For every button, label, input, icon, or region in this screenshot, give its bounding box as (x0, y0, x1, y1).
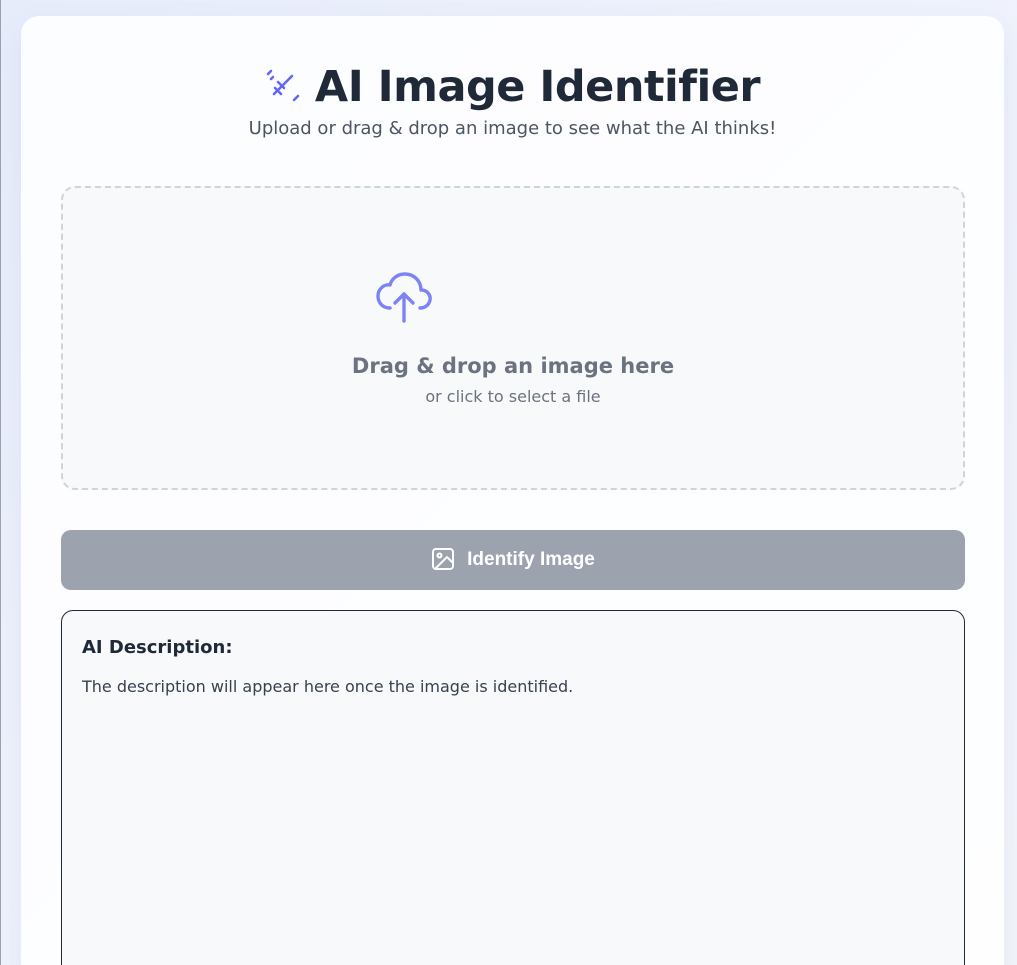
result-description: The description will appear here once th… (82, 677, 574, 696)
app-card: AI Image Identifier Upload or drag & dro… (21, 16, 1004, 965)
result-heading: AI Description: (82, 637, 233, 658)
cloud-upload-icon (376, 272, 432, 328)
identify-image-button[interactable]: Identify Image (61, 530, 965, 590)
title-row: AI Image Identifier (21, 62, 1004, 112)
window-edge (0, 0, 1, 965)
result-panel: AI Description: The description will app… (61, 610, 965, 965)
image-icon (431, 547, 455, 574)
dropzone-main-text: Drag & drop an image here (351, 354, 675, 378)
page-subtitle: Upload or drag & drop an image to see wh… (248, 118, 777, 139)
dropzone-sub-text: or click to select a file (425, 387, 601, 406)
image-dropzone[interactable]: Drag & drop an image here or click to se… (61, 186, 965, 490)
magic-wand-icon (265, 69, 301, 105)
page-title: AI Image Identifier (314, 62, 761, 112)
identify-button-label: Identify Image (467, 549, 595, 570)
header: AI Image Identifier Upload or drag & dro… (21, 62, 1004, 139)
